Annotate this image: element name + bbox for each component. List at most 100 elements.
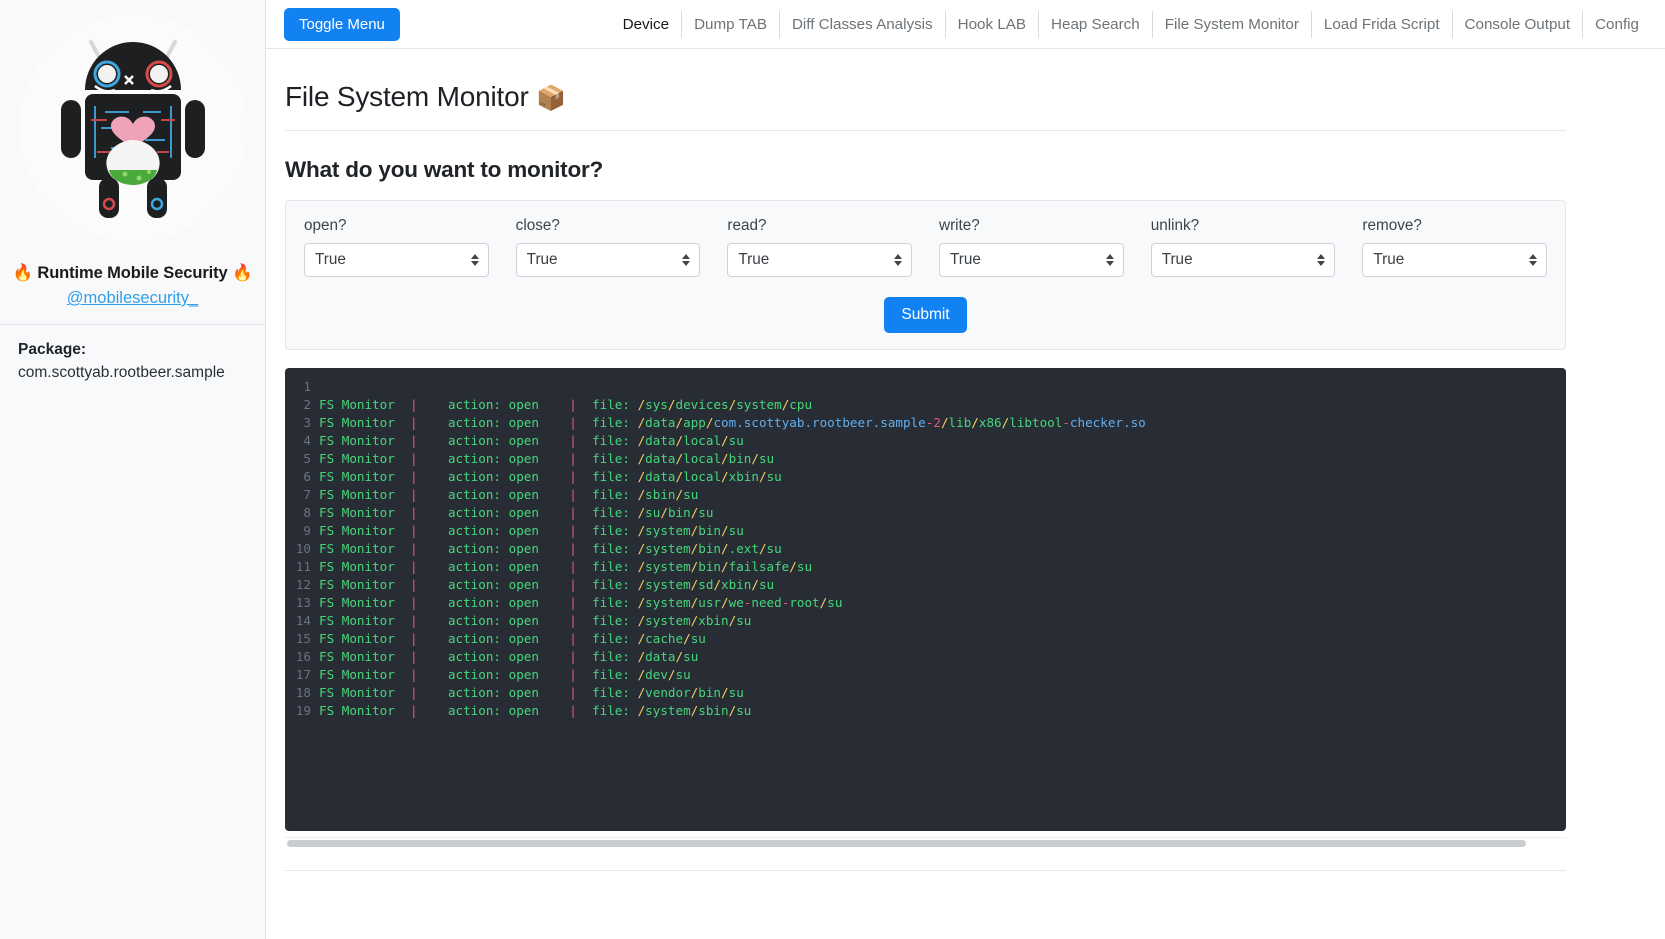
console-scrollbar-thumb[interactable] bbox=[287, 839, 1526, 847]
select-open[interactable]: True bbox=[304, 243, 489, 277]
nav-tab-load-frida-script[interactable]: Load Frida Script bbox=[1310, 10, 1452, 38]
console-line-number: 9 bbox=[303, 522, 311, 538]
page-title-text: File System Monitor bbox=[285, 81, 529, 112]
console-line: 2 FS Monitor | action: open | file: /sys/… bbox=[285, 396, 1566, 414]
field-unlink: unlink? True bbox=[1150, 217, 1336, 277]
package-block: Package: com.scottyab.rootbeer.sample bbox=[0, 325, 265, 384]
console-line-number: 6 bbox=[303, 468, 311, 484]
package-label: Package: bbox=[18, 341, 87, 358]
console-line-content: FS Monitor | action: open | file: /sbin/… bbox=[319, 486, 699, 502]
brand-title: 🔥 Runtime Mobile Security 🔥 bbox=[12, 264, 253, 282]
console-line-content: FS Monitor | action: open | file: /dev/s… bbox=[319, 666, 691, 682]
nav-tab-config[interactable]: Config bbox=[1582, 10, 1651, 38]
monitor-options-card: open? True close? True read? True write? True un… bbox=[285, 200, 1566, 350]
section-question: What do you want to monitor? bbox=[285, 157, 604, 182]
field-label-open: open? bbox=[304, 217, 347, 234]
console-line: 15 FS Monitor | action: open | file: /cac… bbox=[285, 630, 1566, 648]
console-line-number: 18 bbox=[295, 684, 311, 700]
field-remove: remove? True bbox=[1362, 217, 1548, 277]
field-label-read: read? bbox=[727, 217, 767, 234]
app-root: 🔥 Runtime Mobile Security 🔥 @mobilesecur… bbox=[0, 0, 1665, 939]
sidebar: 🔥 Runtime Mobile Security 🔥 @mobilesecur… bbox=[0, 0, 266, 939]
console-line-number: 14 bbox=[295, 612, 311, 628]
select-value: True bbox=[950, 251, 981, 268]
console-line: 5 FS Monitor | action: open | file: /data… bbox=[285, 450, 1566, 468]
select-value: True bbox=[526, 251, 558, 268]
nav-tab-diff-classes-analysis[interactable]: Diff Classes Analysis bbox=[778, 10, 945, 38]
select-write[interactable]: True bbox=[939, 243, 1124, 277]
nav-tab-file-system-monitor[interactable]: File System Monitor bbox=[1151, 10, 1311, 38]
console-line-number: 3 bbox=[303, 414, 311, 430]
select-spinner-icon bbox=[894, 254, 903, 266]
console-line-number: 19 bbox=[295, 702, 311, 718]
console-line-content: FS Monitor | action: open | file: /data/… bbox=[319, 450, 775, 466]
field-label-unlink: unlink? bbox=[1150, 217, 1200, 234]
field-label-close: close? bbox=[515, 217, 560, 234]
console-line-content: FS Monitor | action: open | file: /syste… bbox=[319, 576, 775, 592]
select-value: True bbox=[315, 251, 346, 268]
toggle-menu-button[interactable]: Toggle Menu bbox=[284, 7, 400, 41]
console-line: 13 FS Monitor | action: open | file: /sys… bbox=[285, 594, 1566, 612]
avatar bbox=[18, 14, 247, 242]
select-spinner-icon bbox=[1529, 254, 1538, 266]
select-unlink[interactable]: True bbox=[1150, 243, 1336, 277]
console-line-number: 8 bbox=[303, 504, 311, 520]
main-area: Toggle Menu Device Dump TAB Diff Classes A… bbox=[266, 0, 1665, 939]
console-line-content: FS Monitor | action: open | file: /data/… bbox=[319, 432, 744, 448]
console-line-number: 1 bbox=[303, 378, 311, 394]
android-robot-avatar-icon bbox=[60, 40, 205, 218]
monitor-fields-row: open? True close? True read? True write? True un… bbox=[304, 217, 1548, 277]
console-line-content: FS Monitor | action: open | file: /syste… bbox=[319, 594, 843, 610]
console-line-content: FS Monitor | action: open | file: /vendo… bbox=[319, 684, 744, 700]
field-label-write: write? bbox=[939, 217, 980, 234]
console-line: 16 FS Monitor | action: open | file: /dat… bbox=[285, 648, 1566, 666]
console-line: 17 FS Monitor | action: open | file: /dev… bbox=[285, 666, 1566, 684]
field-open: open? True bbox=[304, 217, 489, 277]
select-spinner-icon bbox=[470, 254, 479, 266]
select-value: True bbox=[1161, 251, 1193, 268]
console-line-number: 12 bbox=[295, 576, 311, 592]
nav-tab-hook-lab[interactable]: Hook LAB bbox=[944, 10, 1038, 38]
console-line-number: 16 bbox=[295, 648, 311, 664]
console-horizontal-scrollbar[interactable] bbox=[285, 836, 1566, 848]
nav-tab-console-output[interactable]: Console Output bbox=[1451, 10, 1583, 38]
console-line-number: 11 bbox=[295, 558, 311, 574]
fs-monitor-console[interactable]: 1 2 FS Monitor | action: open | file: /sys… bbox=[285, 367, 1566, 831]
select-read[interactable]: True bbox=[727, 243, 913, 277]
submit-button[interactable]: Submit bbox=[884, 297, 967, 333]
brand-handle-link[interactable]: @mobilesecurity_ bbox=[67, 289, 198, 308]
console-line-number: 7 bbox=[303, 486, 311, 502]
select-spinner-icon bbox=[1317, 254, 1326, 266]
select-remove[interactable]: True bbox=[1362, 243, 1548, 277]
console-line-content: FS Monitor | action: open | file: /syste… bbox=[319, 558, 813, 574]
page-content: File System Monitor 📦 What do you want t… bbox=[266, 81, 1665, 871]
field-label-remove: remove? bbox=[1362, 217, 1422, 234]
console-line-number: 4 bbox=[303, 432, 311, 448]
nav-tab-device[interactable]: Device bbox=[611, 11, 681, 38]
console-line-content: FS Monitor | action: open | file: /sys/d… bbox=[319, 396, 813, 412]
navbar: Toggle Menu Device Dump TAB Diff Classes A… bbox=[266, 0, 1665, 49]
console-line: 3 FS Monitor | action: open | file: /data… bbox=[285, 414, 1566, 432]
nav-tab-heap-search[interactable]: Heap Search bbox=[1038, 10, 1152, 38]
console-line-number: 5 bbox=[303, 450, 311, 466]
select-close[interactable]: True bbox=[515, 243, 701, 277]
console-line: 1 bbox=[285, 378, 1566, 396]
console-line-content: FS Monitor | action: open | file: /cache… bbox=[319, 630, 706, 646]
console-line: 11 FS Monitor | action: open | file: /sys… bbox=[285, 558, 1566, 576]
console-line-number: 10 bbox=[295, 540, 311, 556]
console-line: 10 FS Monitor | action: open | file: /sys… bbox=[285, 540, 1566, 558]
console-line: 19 FS Monitor | action: open | file: /sys… bbox=[285, 702, 1566, 720]
console-line: 7 FS Monitor | action: open | file: /sbin… bbox=[285, 486, 1566, 504]
select-value: True bbox=[1373, 251, 1405, 268]
nav-tab-dump-tab[interactable]: Dump TAB bbox=[681, 10, 779, 38]
console-line: 12 FS Monitor | action: open | file: /sys… bbox=[285, 576, 1566, 594]
field-close: close? True bbox=[515, 217, 701, 277]
console-line-content: FS Monitor | action: open | file: /data/… bbox=[319, 648, 699, 664]
console-line-content: FS Monitor | action: open | file: /data/… bbox=[319, 414, 1146, 430]
select-value: True bbox=[738, 251, 770, 268]
console-line-content: FS Monitor | action: open | file: /syste… bbox=[319, 540, 782, 556]
console-line: 6 FS Monitor | action: open | file: /data… bbox=[285, 468, 1566, 486]
console-line: 4 FS Monitor | action: open | file: /data… bbox=[285, 432, 1566, 450]
field-read: read? True bbox=[727, 217, 913, 277]
console-line-content: FS Monitor | action: open | file: /su/bi… bbox=[319, 504, 714, 520]
